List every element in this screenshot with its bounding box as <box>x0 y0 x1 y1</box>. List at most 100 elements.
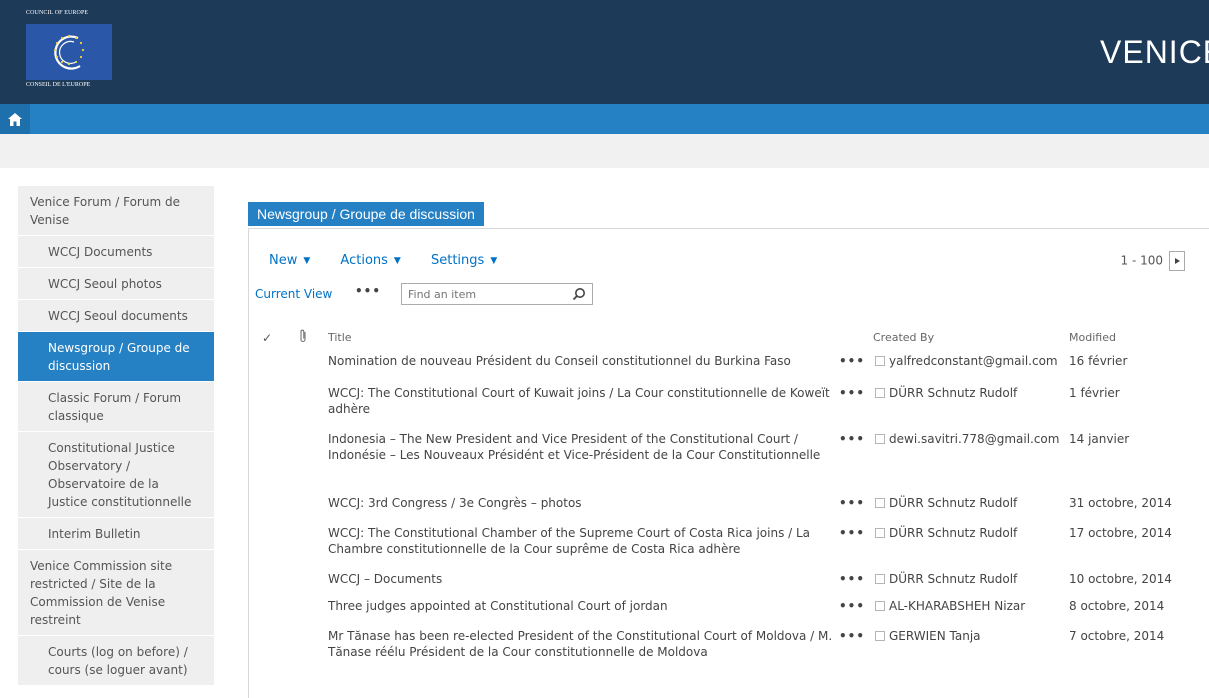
list-item[interactable]: Indonesia – The New President and Vice P… <box>249 431 1209 495</box>
list-item[interactable]: WCCJ: The Constitutional Court of Kuwait… <box>249 385 1209 431</box>
nav-item-observatory[interactable]: Constitutional Justice Observatory / Obs… <box>18 432 214 518</box>
list-item[interactable]: WCCJ: The Constitutional Chamber of the … <box>249 525 1209 571</box>
item-modified: 1 février <box>1069 386 1120 400</box>
nav-item-label: Venice Commission site restricted / Site… <box>30 559 173 627</box>
nav-item-interim-bulletin[interactable]: Interim Bulletin <box>18 518 214 550</box>
paperclip-icon <box>299 329 307 346</box>
column-header-title[interactable]: Title <box>328 331 352 344</box>
item-menu-button[interactable]: ••• <box>839 571 865 587</box>
item-author[interactable]: DÜRR Schnutz Rudolf <box>889 525 1017 541</box>
item-title-link[interactable]: Three judges appointed at Constitutional… <box>328 598 838 614</box>
item-title-link[interactable]: WCCJ: The Constitutional Chamber of the … <box>328 525 838 557</box>
home-icon <box>8 112 22 126</box>
nav-item-label: Venice Forum / Forum de Venise <box>30 195 180 227</box>
nav-item-classic-forum[interactable]: Classic Forum / Forum classique <box>18 382 214 432</box>
item-author[interactable]: GERWIEN Tanja <box>889 628 981 644</box>
item-modified: 10 octobre, 2014 <box>1069 572 1172 586</box>
nav-item-label: WCCJ Seoul photos <box>48 277 162 291</box>
list-panel: New ▼ Actions ▼ Settings ▼ 1 - 100 Current … <box>248 228 1209 698</box>
item-author[interactable]: dewi.savitri.778@gmail.com <box>889 431 1059 447</box>
nav-item-label: Classic Forum / Forum classique <box>48 391 182 423</box>
nav-item-wccj-seoul-documents[interactable]: WCCJ Seoul documents <box>18 300 214 332</box>
item-author[interactable]: DÜRR Schnutz Rudolf <box>889 495 1017 511</box>
settings-button[interactable]: Settings ▼ <box>431 253 497 268</box>
presence-indicator <box>875 574 885 584</box>
nav-item-wccj-seoul-photos[interactable]: WCCJ Seoul photos <box>18 268 214 300</box>
actions-label: Actions <box>340 253 388 268</box>
item-title-link[interactable]: WCCJ: The Constitutional Court of Kuwait… <box>328 385 838 417</box>
item-menu-button[interactable]: ••• <box>839 628 865 644</box>
nav-item-venice-forum[interactable]: Venice Forum / Forum de Venise <box>18 186 214 236</box>
home-button[interactable] <box>0 104 30 134</box>
presence-indicator <box>875 601 885 611</box>
search-box <box>401 283 593 305</box>
new-button[interactable]: New ▼ <box>269 253 310 268</box>
item-menu-button[interactable]: ••• <box>839 353 865 369</box>
council-of-europe-logo[interactable]: COUNCIL OF EUROPE CONSEIL DE L'EUROPE <box>26 10 112 94</box>
item-modified: 16 février <box>1069 354 1128 368</box>
item-author[interactable]: AL-KHARABSHEH Nizar <box>889 598 1025 614</box>
list-toolbar: New ▼ Actions ▼ Settings ▼ <box>269 253 523 271</box>
logo-bottom-text: CONSEIL DE L'EUROPE <box>26 82 91 88</box>
item-modified: 14 janvier <box>1069 432 1130 446</box>
nav-item-wccj-documents[interactable]: WCCJ Documents <box>18 236 214 268</box>
item-modified: 17 octobre, 2014 <box>1069 526 1172 540</box>
item-modified: 8 octobre, 2014 <box>1069 599 1165 613</box>
current-view-button[interactable]: Current View <box>255 287 332 301</box>
item-title-link[interactable]: Indonesia – The New President and Vice P… <box>328 431 838 463</box>
caret-down-icon: ▼ <box>303 256 311 266</box>
presence-indicator <box>875 498 885 508</box>
column-header-created-by[interactable]: Created By <box>873 331 934 344</box>
item-title-link[interactable]: WCCJ: 3rd Congress / 3e Congrès – photos <box>328 495 838 511</box>
view-more-button[interactable]: ••• <box>355 284 381 298</box>
item-title-link[interactable]: Mr Tănase has been re-elected President … <box>328 628 838 660</box>
presence-indicator <box>875 356 885 366</box>
list-item[interactable]: Mr Tănase has been re-elected President … <box>249 628 1209 668</box>
item-menu-button[interactable]: ••• <box>839 525 865 541</box>
nav-item-label: Constitutional Justice Observatory / Obs… <box>48 441 192 509</box>
search-icon[interactable] <box>572 287 586 301</box>
item-menu-button[interactable]: ••• <box>839 495 865 511</box>
nav-item-newsgroup[interactable]: Newsgroup / Groupe de discussion <box>18 332 214 382</box>
europe-emblem-icon <box>26 24 112 80</box>
item-menu-button[interactable]: ••• <box>839 385 865 401</box>
caret-down-icon: ▼ <box>490 256 498 266</box>
item-menu-button[interactable]: ••• <box>839 598 865 614</box>
item-modified: 31 octobre, 2014 <box>1069 496 1172 510</box>
list-header: ✓ Title Created By Modified <box>249 327 1209 353</box>
page-title[interactable]: Newsgroup / Groupe de discussion <box>248 202 484 226</box>
item-title-link[interactable]: WCCJ – Documents <box>328 571 838 587</box>
search-input[interactable] <box>402 284 562 304</box>
nav-item-venice-commission-restricted[interactable]: Venice Commission site restricted / Site… <box>18 550 214 636</box>
nav-item-label: WCCJ Seoul documents <box>48 309 188 323</box>
item-author[interactable]: yalfredconstant@gmail.com <box>889 353 1058 369</box>
settings-label: Settings <box>430 253 485 268</box>
select-all-checkmark[interactable]: ✓ <box>262 331 272 345</box>
ribbon-bar <box>0 134 1209 168</box>
next-page-button[interactable] <box>1169 251 1185 271</box>
caret-down-icon: ▼ <box>393 256 401 266</box>
nav-item-courts[interactable]: Courts (log on before) / cours (se logue… <box>18 636 214 686</box>
item-title-link[interactable]: Nomination de nouveau Président du Conse… <box>328 353 838 369</box>
main-content: Newsgroup / Groupe de discussion New ▼ Ac… <box>248 202 1209 698</box>
presence-indicator <box>875 528 885 538</box>
presence-indicator <box>875 388 885 398</box>
nav-item-label: Newsgroup / Groupe de discussion <box>48 341 190 373</box>
list-item[interactable]: Nomination de nouveau Président du Conse… <box>249 353 1209 385</box>
item-menu-button[interactable]: ••• <box>839 431 865 447</box>
logo-top-text: COUNCIL OF EUROPE <box>26 10 89 16</box>
newsgroup-list: ✓ Title Created By Modified Nomination d… <box>249 327 1209 668</box>
actions-button[interactable]: Actions ▼ <box>340 253 400 268</box>
top-nav-bar <box>0 104 1209 134</box>
list-item[interactable]: Three judges appointed at Constitutional… <box>249 598 1209 628</box>
column-header-modified[interactable]: Modified <box>1069 331 1116 344</box>
list-item[interactable]: WCCJ – Documents ••• DÜRR Schnutz Rudolf… <box>249 571 1209 598</box>
site-title[interactable]: VENICE <box>1100 34 1209 71</box>
pager: 1 - 100 <box>1120 251 1185 271</box>
site-header: COUNCIL OF EUROPE CONSEIL DE L'EUROPE VE… <box>0 0 1209 104</box>
nav-item-label: Courts (log on before) / cours (se logue… <box>48 645 188 677</box>
list-item[interactable]: WCCJ: 3rd Congress / 3e Congrès – photos… <box>249 495 1209 525</box>
pager-range: 1 - 100 <box>1120 253 1164 268</box>
item-author[interactable]: DÜRR Schnutz Rudolf <box>889 385 1017 401</box>
item-author[interactable]: DÜRR Schnutz Rudolf <box>889 571 1017 587</box>
